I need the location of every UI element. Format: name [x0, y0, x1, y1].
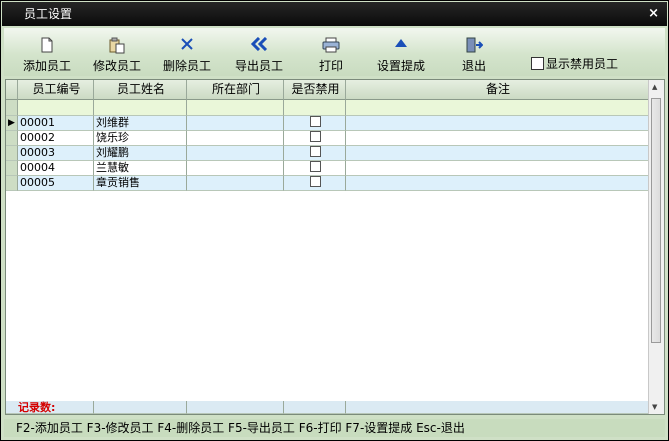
table-cell-name[interactable]: 刘维群 [94, 116, 187, 131]
filter-note-input[interactable] [346, 100, 649, 116]
col-header-disabled[interactable]: 是否禁用 [284, 80, 346, 100]
table-cell-name[interactable]: 章贡销售 [94, 176, 187, 191]
table-cell-dept[interactable] [187, 116, 284, 131]
row-indicator-cell [6, 161, 18, 176]
set-commission-label: 设置提成 [376, 59, 425, 73]
title-bar: 员工设置 × [2, 2, 667, 26]
col-header-name[interactable]: 员工姓名 [94, 80, 187, 100]
current-row-pointer-icon: ▶ [6, 116, 18, 131]
export-employee-button[interactable]: 导出员工 [230, 28, 288, 76]
shortcut-status-bar: F2-添加员工 F3-修改员工 F4-删除员工 F5-导出员工 F6-打印 F7… [4, 419, 665, 437]
disabled-checkbox[interactable] [310, 131, 321, 142]
printer-icon [309, 37, 353, 57]
window-title: 员工设置 [24, 7, 73, 21]
edit-employee-label: 修改员工 [92, 59, 141, 73]
table-cell-disabled[interactable] [284, 176, 346, 191]
row-indicator-cell [6, 176, 18, 191]
disabled-checkbox[interactable] [310, 116, 321, 127]
row-indicator-cell [6, 131, 18, 146]
toolbar: 添加员工 修改员工 删除员工 导出员工 打印 设置提成 退出 显示禁用员工 [4, 28, 665, 76]
grid-header: 员工编号 员工姓名 所在部门 是否禁用 备注 [6, 80, 649, 100]
print-label: 打印 [318, 59, 343, 73]
col-header-note[interactable]: 备注 [346, 80, 649, 100]
table-cell-id[interactable]: 00004 [18, 161, 94, 176]
record-count-label: 记录数: [6, 401, 94, 414]
footer-note-cell [346, 401, 649, 414]
table-cell-note[interactable] [346, 176, 649, 191]
delete-x-icon [159, 37, 215, 57]
table-cell-dept[interactable] [187, 161, 284, 176]
table-cell-name[interactable]: 兰慧敏 [94, 161, 187, 176]
document-icon [19, 37, 75, 57]
table-cell-id[interactable]: 00001 [18, 116, 94, 131]
footer-dept-cell [187, 401, 284, 414]
show-disabled-label: 显示禁用员工 [546, 57, 619, 71]
exit-label: 退出 [461, 59, 486, 73]
exit-button[interactable]: 退出 [452, 28, 496, 76]
table-cell-disabled[interactable] [284, 161, 346, 176]
filter-name-input[interactable] [94, 100, 187, 116]
footer-disabled-cell [284, 401, 346, 414]
export-employee-label: 导出员工 [234, 59, 283, 73]
col-header-dept[interactable]: 所在部门 [187, 80, 284, 100]
table-cell-note[interactable] [346, 116, 649, 131]
header-indicator-cell [6, 80, 18, 100]
scroll-down-arrow-icon[interactable]: ▼ [652, 403, 657, 411]
triangle-up-icon [372, 37, 430, 57]
table-cell-dept[interactable] [187, 131, 284, 146]
exit-door-icon [452, 37, 496, 57]
vertical-scrollbar[interactable]: ▲ ▼ [648, 80, 664, 414]
set-commission-button[interactable]: 设置提成 [372, 28, 430, 76]
table-cell-id[interactable]: 00005 [18, 176, 94, 191]
row-indicator-cell [6, 146, 18, 161]
filter-id-input[interactable] [18, 100, 94, 116]
double-chevron-left-icon [230, 36, 288, 57]
table-cell-id[interactable]: 00002 [18, 131, 94, 146]
filter-indicator-cell [6, 100, 18, 116]
table-cell-name[interactable]: 饶乐珍 [94, 131, 187, 146]
table-cell-note[interactable] [346, 131, 649, 146]
col-header-id[interactable]: 员工编号 [18, 80, 94, 100]
table-cell-dept[interactable] [187, 146, 284, 161]
table-cell-note[interactable] [346, 161, 649, 176]
show-disabled-checkbox[interactable] [531, 57, 544, 70]
table-cell-disabled[interactable] [284, 116, 346, 131]
add-employee-label: 添加员工 [22, 59, 71, 73]
clipboard-icon [89, 37, 145, 57]
table-cell-disabled[interactable] [284, 131, 346, 146]
close-icon[interactable]: × [648, 2, 659, 26]
employee-grid: 员工编号 员工姓名 所在部门 是否禁用 备注 ▶ 00001 刘维群 00002… [5, 79, 665, 415]
footer-name-cell [94, 401, 187, 414]
filter-dept-input[interactable] [187, 100, 284, 116]
table-cell-note[interactable] [346, 146, 649, 161]
table-cell-dept[interactable] [187, 176, 284, 191]
scrollbar-thumb[interactable] [651, 98, 661, 343]
employee-settings-window: 员工设置 × 添加员工 修改员工 删除员工 导出员工 打印 设置提成 退出 显示… [0, 0, 669, 441]
disabled-checkbox[interactable] [310, 161, 321, 172]
print-button[interactable]: 打印 [309, 28, 353, 76]
scroll-up-arrow-icon[interactable]: ▲ [652, 83, 657, 91]
delete-employee-button[interactable]: 删除员工 [159, 28, 215, 76]
add-employee-button[interactable]: 添加员工 [19, 28, 75, 76]
disabled-checkbox[interactable] [310, 176, 321, 187]
edit-employee-button[interactable]: 修改员工 [89, 28, 145, 76]
filter-disabled-input[interactable] [284, 100, 346, 116]
disabled-checkbox[interactable] [310, 146, 321, 157]
table-cell-name[interactable]: 刘耀鹏 [94, 146, 187, 161]
table-cell-disabled[interactable] [284, 146, 346, 161]
table-cell-id[interactable]: 00003 [18, 146, 94, 161]
delete-employee-label: 删除员工 [162, 59, 211, 73]
show-disabled-toggle[interactable]: 显示禁用员工 [531, 55, 618, 72]
